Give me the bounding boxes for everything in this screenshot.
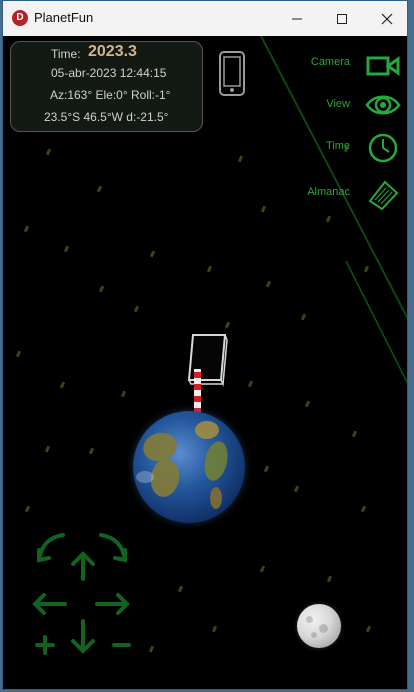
- info-panel: Time: 2023.3 05-abr-2023 12:44:15 Az:163…: [10, 41, 203, 132]
- almanac-label[interactable]: Almanac: [307, 186, 350, 198]
- app-window: D PlanetFun Time: 2023.3 05-abr-2023 12:…: [2, 0, 408, 690]
- date-time-text: 05-abr-2023 12:44:15: [51, 66, 167, 80]
- minimize-button[interactable]: [274, 1, 319, 36]
- planet-viewport[interactable]: Time: 2023.3 05-abr-2023 12:44:15 Az:163…: [3, 36, 407, 689]
- time-value: 2023.3: [88, 43, 137, 60]
- arrow-down-icon[interactable]: [71, 619, 95, 654]
- rotate-right-icon[interactable]: [99, 533, 127, 563]
- location-text: 23.5°S 46.5°W d:-21.5°: [44, 110, 169, 124]
- orientation-text: Az:163° Ele:0° Roll:-1°: [50, 88, 171, 102]
- arrow-up-icon[interactable]: [71, 551, 95, 581]
- rotate-left-icon[interactable]: [37, 533, 65, 563]
- camera-label[interactable]: Camera: [311, 56, 350, 68]
- maximize-button[interactable]: [319, 1, 364, 36]
- time-menu-label[interactable]: Time: [326, 140, 350, 152]
- almanac-book-icon[interactable]: [365, 176, 401, 212]
- close-button[interactable]: [364, 1, 407, 36]
- phone-icon[interactable]: [218, 51, 246, 96]
- view-label[interactable]: View: [326, 98, 350, 110]
- arrow-left-icon[interactable]: [32, 593, 67, 615]
- eye-icon[interactable]: [365, 87, 401, 123]
- close-icon: [381, 13, 392, 24]
- title-bar: D PlanetFun: [3, 1, 407, 36]
- navigation-pad: [32, 533, 131, 655]
- zoom-in-icon[interactable]: [35, 635, 55, 655]
- camera-icon[interactable]: [365, 48, 401, 84]
- moon-globe[interactable]: [297, 604, 341, 648]
- maximize-icon: [336, 13, 347, 24]
- planetfun-logo-icon: D: [12, 10, 28, 26]
- earth-globe[interactable]: [133, 411, 245, 523]
- arrow-right-icon[interactable]: [95, 593, 130, 615]
- clock-icon[interactable]: [365, 130, 401, 166]
- window-title: PlanetFun: [34, 10, 94, 25]
- time-label: Time:: [51, 47, 81, 61]
- minimize-icon: [291, 18, 302, 19]
